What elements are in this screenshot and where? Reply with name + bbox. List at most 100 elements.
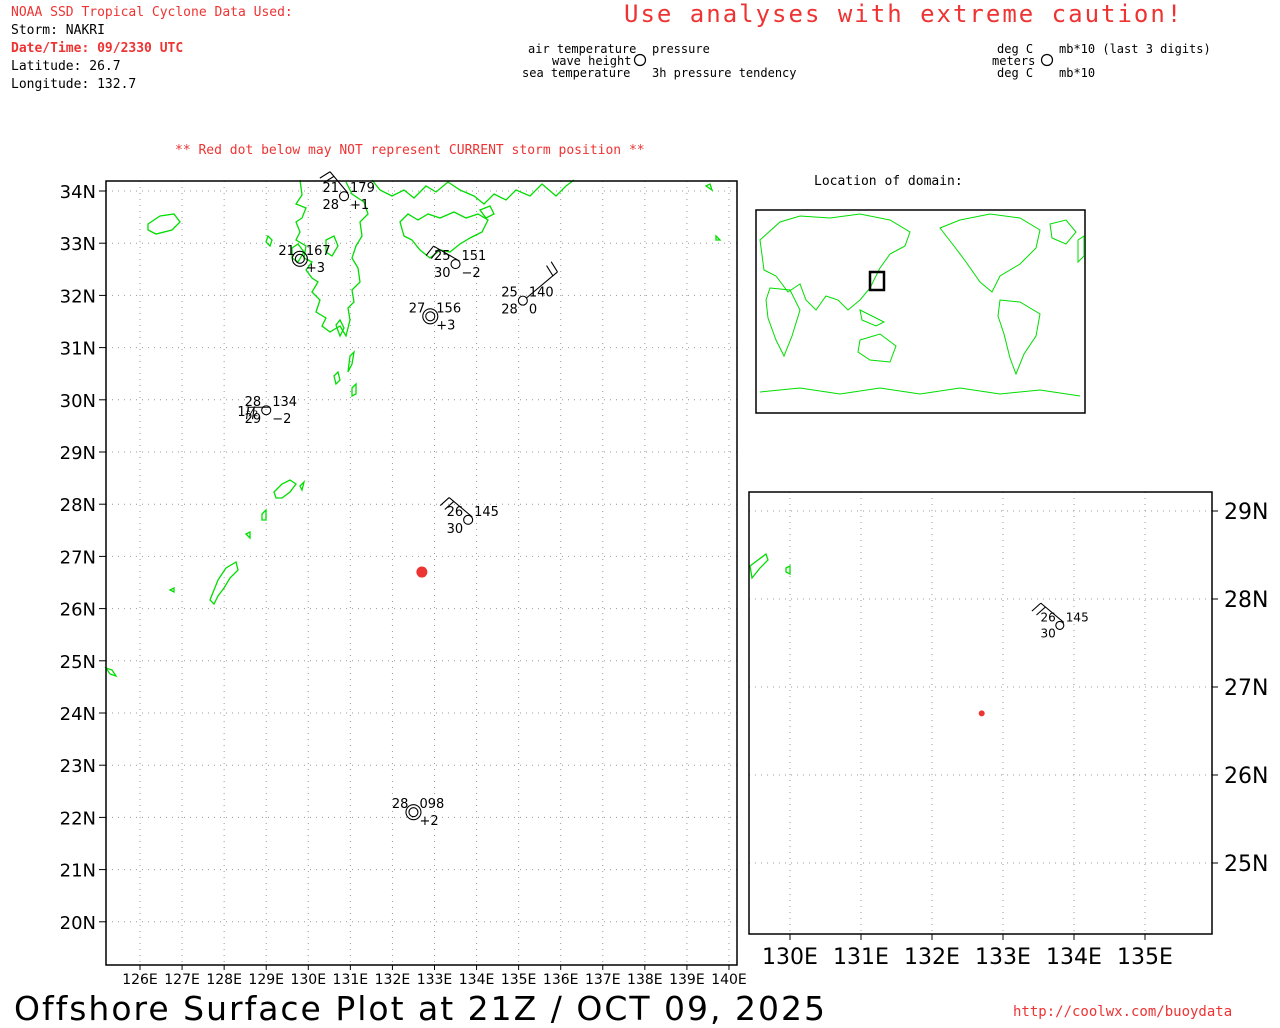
- main-lat-label: 25N: [60, 652, 96, 673]
- zoom-station-plot-z1: 26 145 30: [1031, 602, 1089, 640]
- zoom-kikai-coast: [785, 564, 791, 576]
- station-air-temp: 28: [392, 797, 409, 812]
- main-lat-label: 33N: [60, 234, 96, 255]
- main-lat-label: 20N: [60, 913, 96, 934]
- main-lon-label: 137E: [585, 972, 621, 988]
- inset-indonesia: [859, 309, 886, 327]
- main-lat-label: 21N: [60, 861, 96, 882]
- zoom-lat-label: 28N: [1224, 588, 1268, 613]
- tokunoshima-coast: [261, 508, 267, 521]
- main-lon-label: 132E: [375, 972, 411, 988]
- main-lon-label: 127E: [164, 972, 200, 988]
- station-air-temp: 21: [322, 181, 339, 196]
- main-lon-label: 135E: [501, 972, 537, 988]
- zoom-lon-label: 134E: [1046, 945, 1102, 970]
- station-pressure: 145: [1066, 610, 1089, 624]
- station-pressure-tendency: +3: [306, 261, 325, 276]
- amami-coast: [273, 479, 297, 499]
- station-sea-temp: 28: [501, 303, 518, 318]
- inset-south-america: [997, 299, 1041, 376]
- station-circle-icon: [338, 191, 350, 202]
- small-islet-coast: [265, 234, 273, 248]
- tokara-islet-coast: [333, 370, 341, 386]
- main-lon-label: 131E: [333, 972, 369, 988]
- station-pressure: 167: [306, 244, 331, 259]
- main-lat-label: 22N: [60, 808, 96, 829]
- tokara-islet-2-coast: [351, 382, 357, 398]
- main-lat-label: 23N: [60, 756, 96, 777]
- kerama-coast: [168, 586, 175, 594]
- zoom-storm-position-dot: [978, 710, 985, 717]
- station-air-temp: 25: [434, 249, 451, 264]
- main-lon-label: 140E: [711, 972, 747, 988]
- main-map-axis-labels: 34N 33N 32N 31N 30N 29N 28N 27N 26N 25N 24N 23N 22N 2…: [60, 182, 747, 988]
- main-lat-label: 27N: [60, 547, 96, 568]
- station-pressure: 134: [272, 395, 297, 410]
- zoom-lon-label: 135E: [1117, 945, 1173, 970]
- inset-europe-edge: [1077, 235, 1085, 264]
- inset-eurasia: [759, 213, 911, 311]
- station-plot-s1: 21 179 28 +1: [319, 171, 375, 213]
- zoom-lat-label: 27N: [1224, 676, 1268, 701]
- storm-position-dot: [416, 566, 428, 578]
- station-pressure-tendency: +1: [350, 198, 369, 213]
- main-lon-label: 130E: [290, 972, 326, 988]
- station-air-temp: 27: [409, 301, 426, 316]
- station-pressure-tendency: +3: [436, 318, 455, 333]
- station-pressure-tendency: +2: [419, 814, 438, 829]
- main-lon-label: 139E: [669, 972, 705, 988]
- station-circle-icon: [408, 807, 419, 818]
- legend-units-circle-icon: [1040, 53, 1054, 67]
- station-plot-s7: 26 145 30: [439, 497, 499, 537]
- main-lat-label: 26N: [60, 600, 96, 621]
- main-lon-label: 134E: [459, 972, 495, 988]
- wind-barb-feather: [319, 171, 331, 179]
- station-pressure-tendency: −2: [272, 412, 291, 427]
- station-plot-s2: 21 167 +3: [278, 244, 330, 276]
- honshu-coast: [371, 179, 575, 205]
- station-pressure: 140: [529, 286, 554, 301]
- source-url-link[interactable]: http://coolwx.com/buoydata: [1013, 1004, 1232, 1020]
- inset-world-coastline: [759, 213, 1085, 397]
- inset-australia: [857, 333, 897, 363]
- main-lon-label: 136E: [543, 972, 579, 988]
- station-plot-s8: 28 098 +2: [392, 797, 444, 829]
- okinoerabu-coast: [244, 530, 251, 540]
- zoom-map-axis-labels: 29N 28N 27N 26N 25N 130E 131E 132E 133E 134E 135E: [762, 500, 1268, 970]
- yakushima-coast: [347, 350, 355, 373]
- station-air-temp: 25: [501, 286, 518, 301]
- zoom-lon-label: 132E: [904, 945, 960, 970]
- station-plot-s4: 25 140 28 0: [501, 261, 558, 318]
- zoom-lat-label: 29N: [1224, 500, 1268, 525]
- wind-barb-feather: [550, 261, 558, 273]
- station-plot-s3: 25 151 30 −2: [425, 245, 487, 281]
- station-pressure: 179: [350, 181, 375, 196]
- main-lat-label: 30N: [60, 391, 96, 412]
- zoom-lat-label: 26N: [1224, 764, 1268, 789]
- station-plot-s5: 27 156 +3: [409, 301, 461, 333]
- station-plot-s6: 28 13429 −21½: [237, 395, 297, 427]
- zoom-amami-coast: [749, 552, 769, 580]
- plot-title: Offshore Surface Plot at 21Z / OCT 09, 2…: [14, 989, 827, 1028]
- zoom-lat-label: 25N: [1224, 852, 1268, 877]
- main-lat-label: 34N: [60, 182, 96, 203]
- main-lat-label: 28N: [60, 495, 96, 516]
- station-pressure: 151: [462, 249, 487, 264]
- wind-barb-feather: [425, 245, 434, 256]
- tanegashima-coast: [335, 318, 345, 338]
- kikai-coast: [299, 479, 306, 492]
- station-circle-icon: [1055, 620, 1065, 630]
- inset-greenland: [1049, 219, 1077, 245]
- inset-north-america: [939, 213, 1041, 293]
- main-lat-label: 24N: [60, 704, 96, 725]
- station-pressure-tendency: −2: [462, 266, 481, 281]
- main-lon-label: 133E: [417, 972, 453, 988]
- main-map-stations: 21 179 28 +1 21 167 +3 25 151 30 −2 25 140 28 0 27 156 +3…: [237, 171, 558, 829]
- map-canvas: 21 179 28 +1 21 167 +3 25 151 30 −2 25 140 28 0 27 156 +3…: [60, 53, 1268, 988]
- station-wave-height: 1½: [237, 405, 258, 420]
- station-air-temp: 21: [278, 244, 295, 259]
- station-pressure: 145: [474, 505, 499, 520]
- zoom-map-coastline: [749, 552, 791, 580]
- wind-barb-feather: [1031, 602, 1042, 612]
- station-circle-icon: [517, 295, 528, 306]
